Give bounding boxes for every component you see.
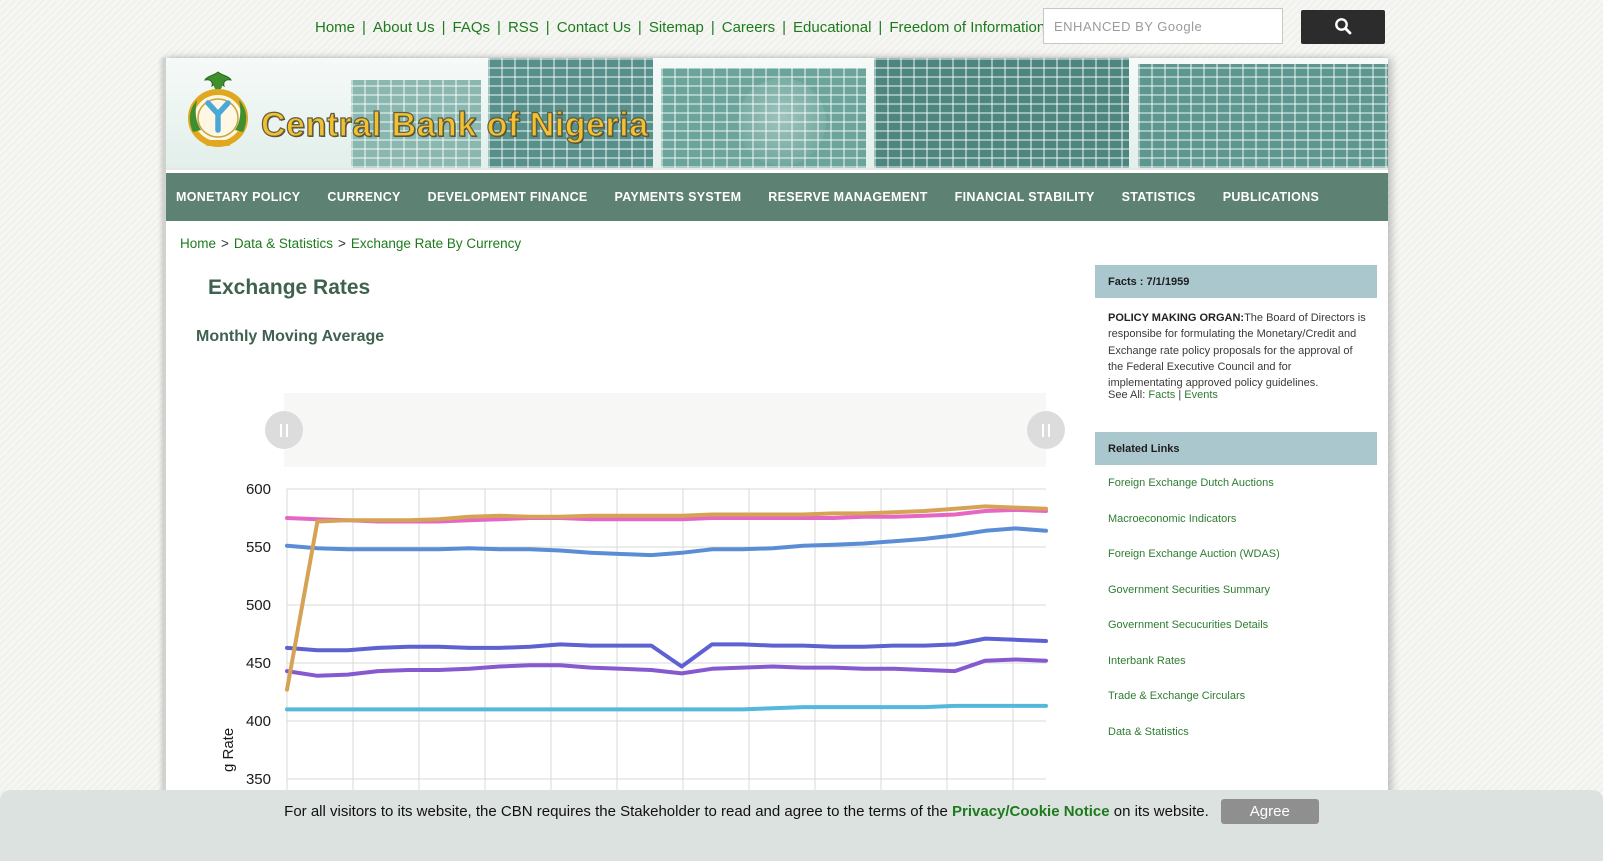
separator: | [878, 19, 883, 36]
search-input[interactable] [1043, 8, 1283, 44]
search-button[interactable] [1301, 10, 1385, 44]
breadcrumb-separator: > [337, 236, 346, 251]
main-navbar: MONETARY POLICY CURRENCY DEVELOPMENT FINAN… [166, 173, 1388, 221]
topnav-link-faqs[interactable]: FAQs [453, 19, 491, 36]
nav-item-payments-system[interactable]: PAYMENTS SYSTEM [615, 190, 742, 204]
building-photo [874, 58, 1129, 168]
exchange-rates-chart[interactable]: 600 550 500 450 400 350 g Rate [203, 470, 1073, 818]
slider-grip-icon [1048, 423, 1050, 437]
svg-text:350: 350 [246, 771, 271, 788]
nav-item-publications[interactable]: PUBLICATIONS [1223, 190, 1319, 204]
header-banner: Central Bank of Nigeria [166, 58, 1388, 170]
slider-handle-left[interactable] [265, 411, 303, 449]
slider-grip-icon [280, 423, 282, 437]
separator: | [441, 19, 446, 36]
breadcrumb-link-home[interactable]: Home [180, 236, 216, 251]
facts-lead: POLICY MAKING ORGAN: [1108, 312, 1245, 324]
topnav-link-about-us[interactable]: About Us [373, 19, 435, 36]
topnav-link-freedom-of-information[interactable]: Freedom of Information [889, 19, 1045, 36]
svg-text:g Rate: g Rate [220, 728, 237, 772]
separator: | [710, 19, 715, 36]
cbn-logo-icon[interactable] [179, 70, 257, 159]
topnav: Home | About Us | FAQs | RSS | Contact Us | Sitema… [315, 19, 1045, 36]
cookie-notice-bar: For all visitors to its website, the CBN… [0, 790, 1603, 861]
separator: | [782, 19, 787, 36]
site-container: Central Bank of Nigeria MONETARY POLICY C… [163, 58, 1388, 861]
svg-text:500: 500 [246, 597, 271, 614]
facts-header: Facts : 7/1/1959 [1095, 265, 1377, 298]
top-utility-bar: Home | About Us | FAQs | RSS | Contact Us | Sitema… [0, 0, 1603, 57]
cbn-emblem-watermark [738, 78, 826, 166]
nav-item-development-finance[interactable]: DEVELOPMENT FINANCE [428, 190, 588, 204]
related-link-data-statistics[interactable]: Data & Statistics [1108, 726, 1368, 738]
separator: | [362, 19, 366, 36]
agree-button[interactable]: Agree [1220, 799, 1319, 824]
facts-body: POLICY MAKING ORGAN:The Board of Directo… [1108, 310, 1366, 391]
breadcrumb-separator: > [221, 236, 229, 251]
nav-item-reserve-management[interactable]: RESERVE MANAGEMENT [768, 190, 927, 204]
slider-handle-right[interactable] [1027, 411, 1065, 449]
slider-grip-icon [1042, 423, 1044, 437]
nav-item-monetary-policy[interactable]: MONETARY POLICY [176, 190, 300, 204]
see-all-separator: | [1178, 389, 1182, 401]
breadcrumb: Home > Data & Statistics > Exchange Rate By … [180, 236, 521, 251]
topnav-link-contact-us[interactable]: Contact Us [557, 19, 631, 36]
building-photo [1138, 64, 1388, 168]
related-link-foreign-exchange-auction-wdas[interactable]: Foreign Exchange Auction (WDAS) [1108, 548, 1368, 560]
page-subtitle: Monthly Moving Average [196, 328, 385, 345]
breadcrumb-link-exchange-rate-by-currency[interactable]: Exchange Rate By Currency [351, 236, 521, 251]
see-all-label: See All: [1108, 389, 1146, 401]
separator: | [497, 19, 501, 36]
svg-text:400: 400 [246, 713, 271, 730]
site-title: Central Bank of Nigeria [260, 105, 649, 144]
privacy-cookie-notice-link[interactable]: Privacy/Cookie Notice [952, 803, 1110, 820]
nav-item-financial-stability[interactable]: FINANCIAL STABILITY [955, 190, 1095, 204]
slider-grip-icon [286, 423, 288, 437]
see-all-events-link[interactable]: Events [1184, 389, 1218, 401]
search-icon [1333, 16, 1353, 39]
svg-text:550: 550 [246, 539, 271, 556]
related-link-interbank-rates[interactable]: Interbank Rates [1108, 655, 1368, 667]
related-link-trade-exchange-circulars[interactable]: Trade & Exchange Circulars [1108, 690, 1368, 702]
related-link-macroeconomic-indicators[interactable]: Macroeconomic Indicators [1108, 513, 1368, 525]
topnav-link-careers[interactable]: Careers [722, 19, 775, 36]
chart-range-slider-track[interactable] [284, 393, 1046, 467]
nav-item-currency[interactable]: CURRENCY [327, 190, 400, 204]
facts-see-all: See All: Facts | Events [1108, 389, 1218, 401]
related-link-foreign-exchange-dutch-auctions[interactable]: Foreign Exchange Dutch Auctions [1108, 477, 1368, 489]
related-links-list: Foreign Exchange Dutch Auctions Macroecon… [1108, 477, 1368, 761]
page-title: Exchange Rates [208, 276, 371, 299]
topnav-link-educational[interactable]: Educational [793, 19, 871, 36]
cookie-notice-text: For all visitors to its website, the CBN… [284, 803, 1209, 820]
separator: | [637, 19, 642, 36]
svg-text:600: 600 [246, 481, 271, 498]
related-link-government-securities-summary[interactable]: Government Securities Summary [1108, 584, 1368, 596]
breadcrumb-link-data-statistics[interactable]: Data & Statistics [234, 236, 333, 251]
topnav-link-sitemap[interactable]: Sitemap [649, 19, 704, 36]
svg-text:450: 450 [246, 655, 271, 672]
related-link-government-secucurities-details[interactable]: Government Secucurities Details [1108, 619, 1368, 631]
topnav-link-home[interactable]: Home [315, 19, 355, 36]
nav-item-statistics[interactable]: STATISTICS [1122, 190, 1196, 204]
separator: | [545, 19, 550, 36]
related-links-header: Related Links [1095, 432, 1377, 465]
topnav-link-rss[interactable]: RSS [508, 19, 539, 36]
see-all-facts-link[interactable]: Facts [1148, 389, 1175, 401]
